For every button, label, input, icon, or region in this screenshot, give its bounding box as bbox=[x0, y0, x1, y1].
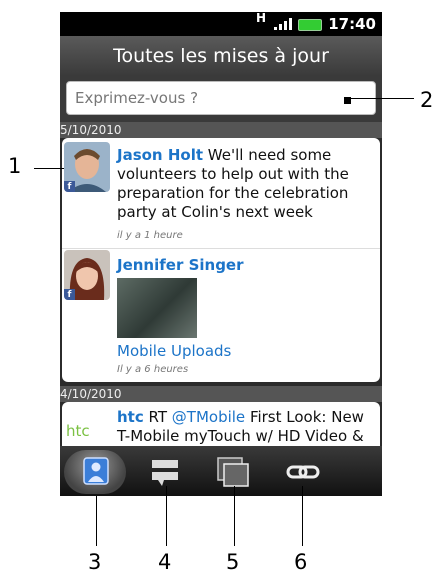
tab-updates[interactable] bbox=[64, 450, 126, 494]
status-input[interactable]: Exprimez-vous ? bbox=[66, 81, 376, 115]
phone-screen: H 17:40 Toutes les mises à jour Exprimez… bbox=[60, 12, 382, 496]
link-icon bbox=[286, 465, 320, 479]
post-author[interactable]: htc bbox=[117, 408, 144, 426]
post-author[interactable]: Jason Holt bbox=[117, 146, 203, 164]
callout-line-4 bbox=[166, 486, 167, 546]
date-separator: 4/10/2010 bbox=[60, 386, 382, 402]
post-prefix: RT bbox=[148, 408, 172, 426]
signal-icon bbox=[274, 18, 292, 30]
callout-3: 3 bbox=[88, 550, 102, 574]
tab-photos[interactable] bbox=[202, 450, 264, 494]
divider bbox=[62, 248, 380, 249]
tab-bar bbox=[60, 446, 382, 496]
photo-thumbnail[interactable] bbox=[117, 278, 197, 338]
callout-6: 6 bbox=[294, 550, 308, 574]
svg-text:htc: htc bbox=[66, 422, 90, 440]
callout-line-2 bbox=[350, 98, 414, 99]
compose-bar: Exprimez-vous ? bbox=[60, 76, 382, 122]
photos-icon bbox=[217, 457, 249, 487]
callout-line-3 bbox=[96, 496, 97, 546]
network-type-icon: H bbox=[256, 12, 267, 25]
status-input-placeholder: Exprimez-vous ? bbox=[75, 89, 199, 107]
feed-card: f Jason Holt We'll need some volunteers … bbox=[62, 138, 380, 382]
post-text[interactable]: Jason Holt We'll need some volunteers to… bbox=[117, 146, 372, 222]
post-author[interactable]: Jennifer Singer bbox=[117, 256, 244, 274]
callout-5: 5 bbox=[226, 550, 240, 574]
post-mention[interactable]: @TMobile bbox=[172, 408, 245, 426]
album-link[interactable]: Mobile Uploads bbox=[117, 342, 231, 360]
page-title: Toutes les mises à jour bbox=[60, 36, 382, 76]
tab-links[interactable] bbox=[272, 450, 334, 494]
post-text[interactable]: Jennifer Singer bbox=[117, 256, 372, 275]
battery-icon bbox=[298, 19, 322, 31]
message-icon bbox=[152, 460, 178, 486]
callout-line-5 bbox=[234, 486, 235, 546]
avatar[interactable]: f bbox=[64, 250, 110, 300]
callout-4: 4 bbox=[158, 550, 172, 574]
clock: 17:40 bbox=[328, 15, 376, 33]
tab-messages[interactable] bbox=[134, 450, 196, 494]
callout-2: 2 bbox=[420, 88, 434, 112]
facebook-icon: f bbox=[64, 289, 75, 300]
facebook-icon: f bbox=[64, 181, 75, 192]
date-separator: 5/10/2010 bbox=[60, 122, 382, 138]
post-time: il y a 1 heure bbox=[117, 230, 183, 241]
callout-line-6 bbox=[302, 486, 303, 546]
people-icon bbox=[83, 457, 109, 485]
avatar[interactable]: f bbox=[64, 142, 110, 192]
callout-line-1 bbox=[34, 168, 64, 169]
post-time: Il y a 6 heures bbox=[117, 364, 189, 375]
callout-1: 1 bbox=[8, 154, 22, 178]
status-bar: H 17:40 bbox=[60, 12, 382, 36]
